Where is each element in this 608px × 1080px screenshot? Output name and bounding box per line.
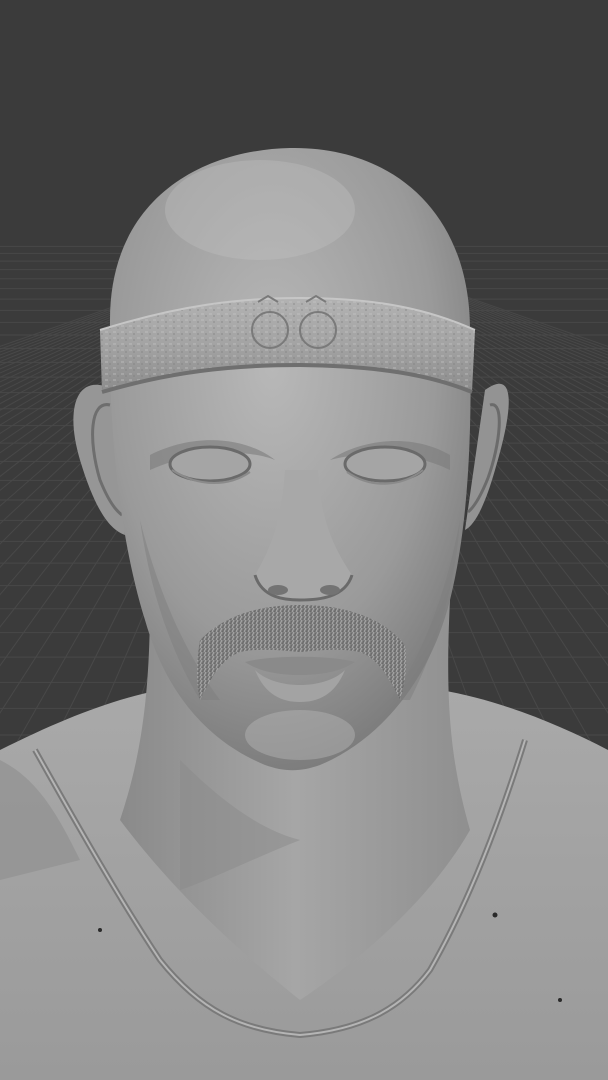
sculpted-head-bust-icon [0, 147, 608, 1080]
3d-viewport[interactable] [0, 0, 608, 1080]
viewport-canvas [0, 147, 608, 1080]
